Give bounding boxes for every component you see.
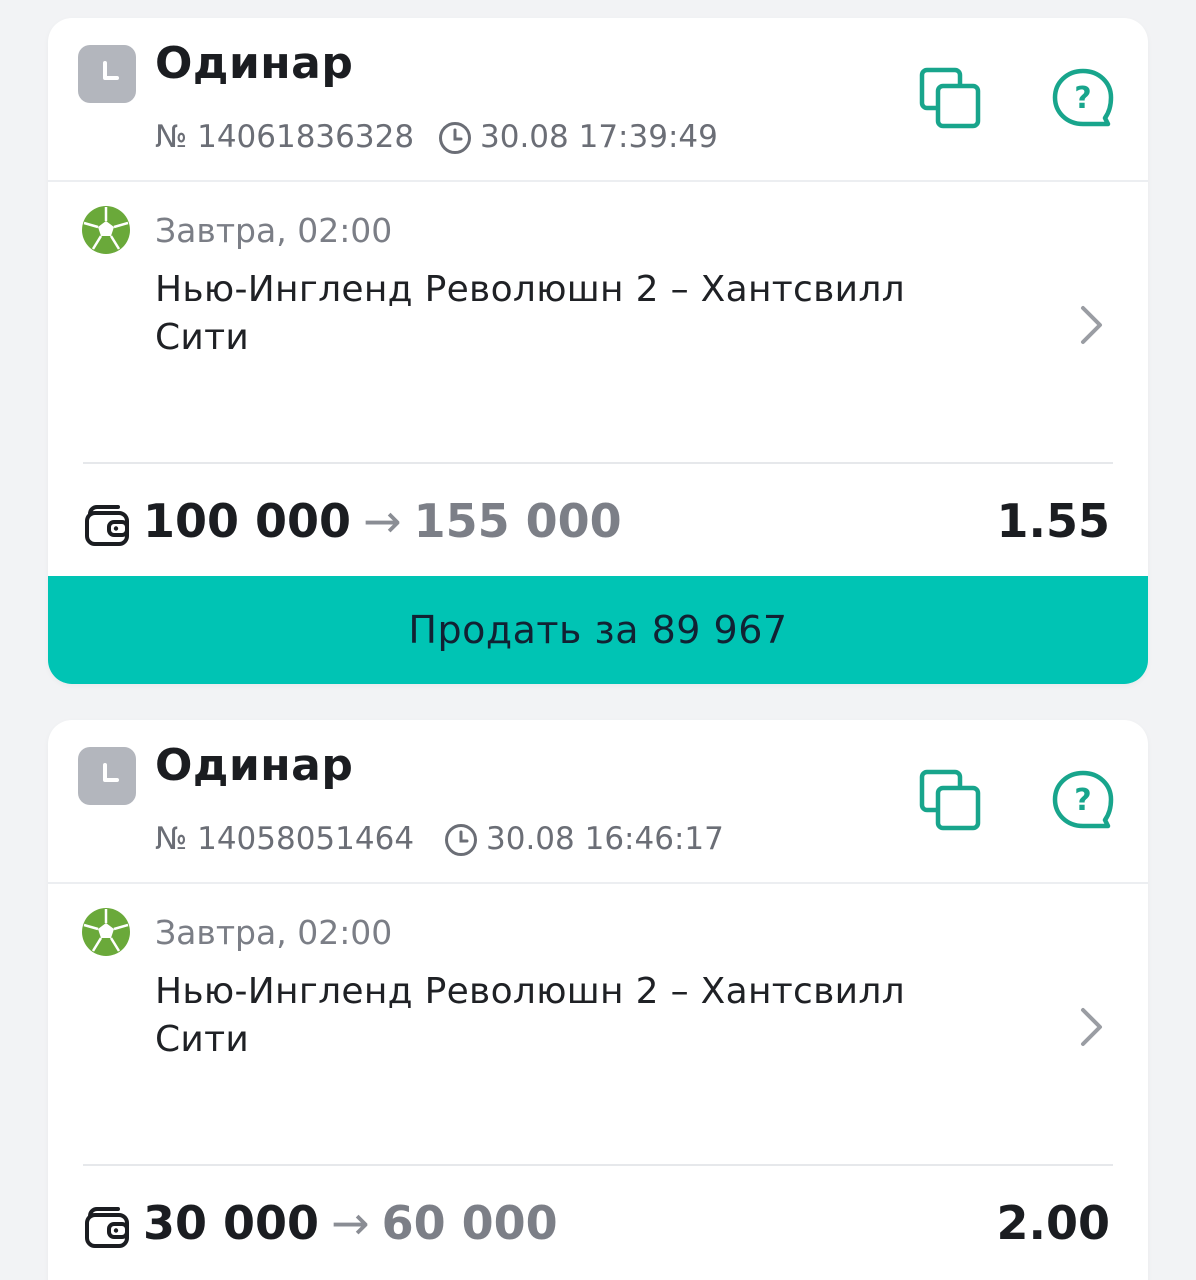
bet-card-header: Одинар № 14058051464 30.08 16:46:17 ? bbox=[48, 720, 1148, 884]
stake-amount: 30 000 bbox=[143, 1196, 320, 1250]
event-row[interactable]: Завтра, 02:00 Нью-Ингленд Революшн 2 – Х… bbox=[48, 884, 1148, 1166]
help-bubble-icon: ? bbox=[1052, 68, 1114, 127]
bet-time-text: 30.08 17:39:49 bbox=[480, 119, 718, 155]
clock-icon bbox=[78, 45, 136, 103]
coefficient: 1.55 bbox=[996, 494, 1111, 548]
chevron-right-icon bbox=[1081, 1008, 1102, 1046]
wallet-icon bbox=[85, 505, 129, 546]
bet-amounts: 30 000 → 60 000 2.00 bbox=[48, 1166, 1148, 1280]
event-date: Завтра, 02:00 bbox=[155, 211, 393, 250]
event-date: Завтра, 02:00 bbox=[155, 913, 393, 952]
football-icon bbox=[82, 908, 130, 956]
svg-text:?: ? bbox=[1074, 783, 1091, 818]
copy-button[interactable] bbox=[918, 66, 984, 132]
football-icon bbox=[82, 206, 130, 254]
help-button[interactable]: ? bbox=[1050, 66, 1116, 132]
bet-amounts: 100 000 → 155 000 1.55 bbox=[48, 464, 1148, 579]
clock-small-icon bbox=[439, 122, 471, 154]
stake-and-win: 30 000 → 60 000 bbox=[143, 1196, 558, 1250]
wallet-icon bbox=[85, 1207, 129, 1248]
potential-win: 155 000 bbox=[413, 494, 622, 548]
svg-text:?: ? bbox=[1074, 81, 1091, 116]
bet-number: № 14058051464 bbox=[155, 821, 415, 857]
help-bubble-icon: ? bbox=[1052, 770, 1114, 829]
potential-win: 60 000 bbox=[381, 1196, 558, 1250]
bet-number: № 14061836328 bbox=[155, 119, 415, 155]
clock-icon bbox=[78, 747, 136, 805]
stake-amount: 100 000 bbox=[143, 494, 352, 548]
bet-type-title: Одинар bbox=[155, 740, 354, 791]
bet-card: Одинар № 14061836328 30.08 17:39:49 ? За… bbox=[48, 18, 1148, 684]
bet-time-text: 30.08 16:46:17 bbox=[486, 821, 724, 857]
bet-card: Одинар № 14058051464 30.08 16:46:17 ? За… bbox=[48, 720, 1148, 1280]
copy-icon bbox=[919, 67, 981, 129]
copy-icon bbox=[919, 769, 981, 831]
bet-card-header: Одинар № 14061836328 30.08 17:39:49 ? bbox=[48, 18, 1148, 182]
clock-small-icon bbox=[445, 824, 477, 856]
chevron-right-icon bbox=[1081, 306, 1102, 344]
bet-history-feed: Одинар № 14061836328 30.08 17:39:49 ? За… bbox=[0, 0, 1196, 1280]
arrow: → bbox=[363, 494, 402, 548]
event-name: Нью-Ингленд Революшн 2 – Хантсвилл Сити bbox=[155, 269, 905, 358]
coefficient: 2.00 bbox=[996, 1196, 1111, 1250]
help-button[interactable]: ? bbox=[1050, 768, 1116, 834]
event-row[interactable]: Завтра, 02:00 Нью-Ингленд Революшн 2 – Х… bbox=[48, 182, 1148, 464]
bet-timestamp: 30.08 17:39:49 bbox=[438, 119, 718, 155]
stake-and-win: 100 000 → 155 000 bbox=[143, 494, 622, 548]
sell-bet-button[interactable]: Продать за 89 967 bbox=[48, 576, 1148, 684]
arrow: → bbox=[331, 1196, 370, 1250]
copy-button[interactable] bbox=[918, 768, 984, 834]
bet-type-title: Одинар bbox=[155, 38, 354, 89]
event-name: Нью-Ингленд Революшн 2 – Хантсвилл Сити bbox=[155, 971, 905, 1060]
bet-timestamp: 30.08 16:46:17 bbox=[444, 821, 724, 857]
